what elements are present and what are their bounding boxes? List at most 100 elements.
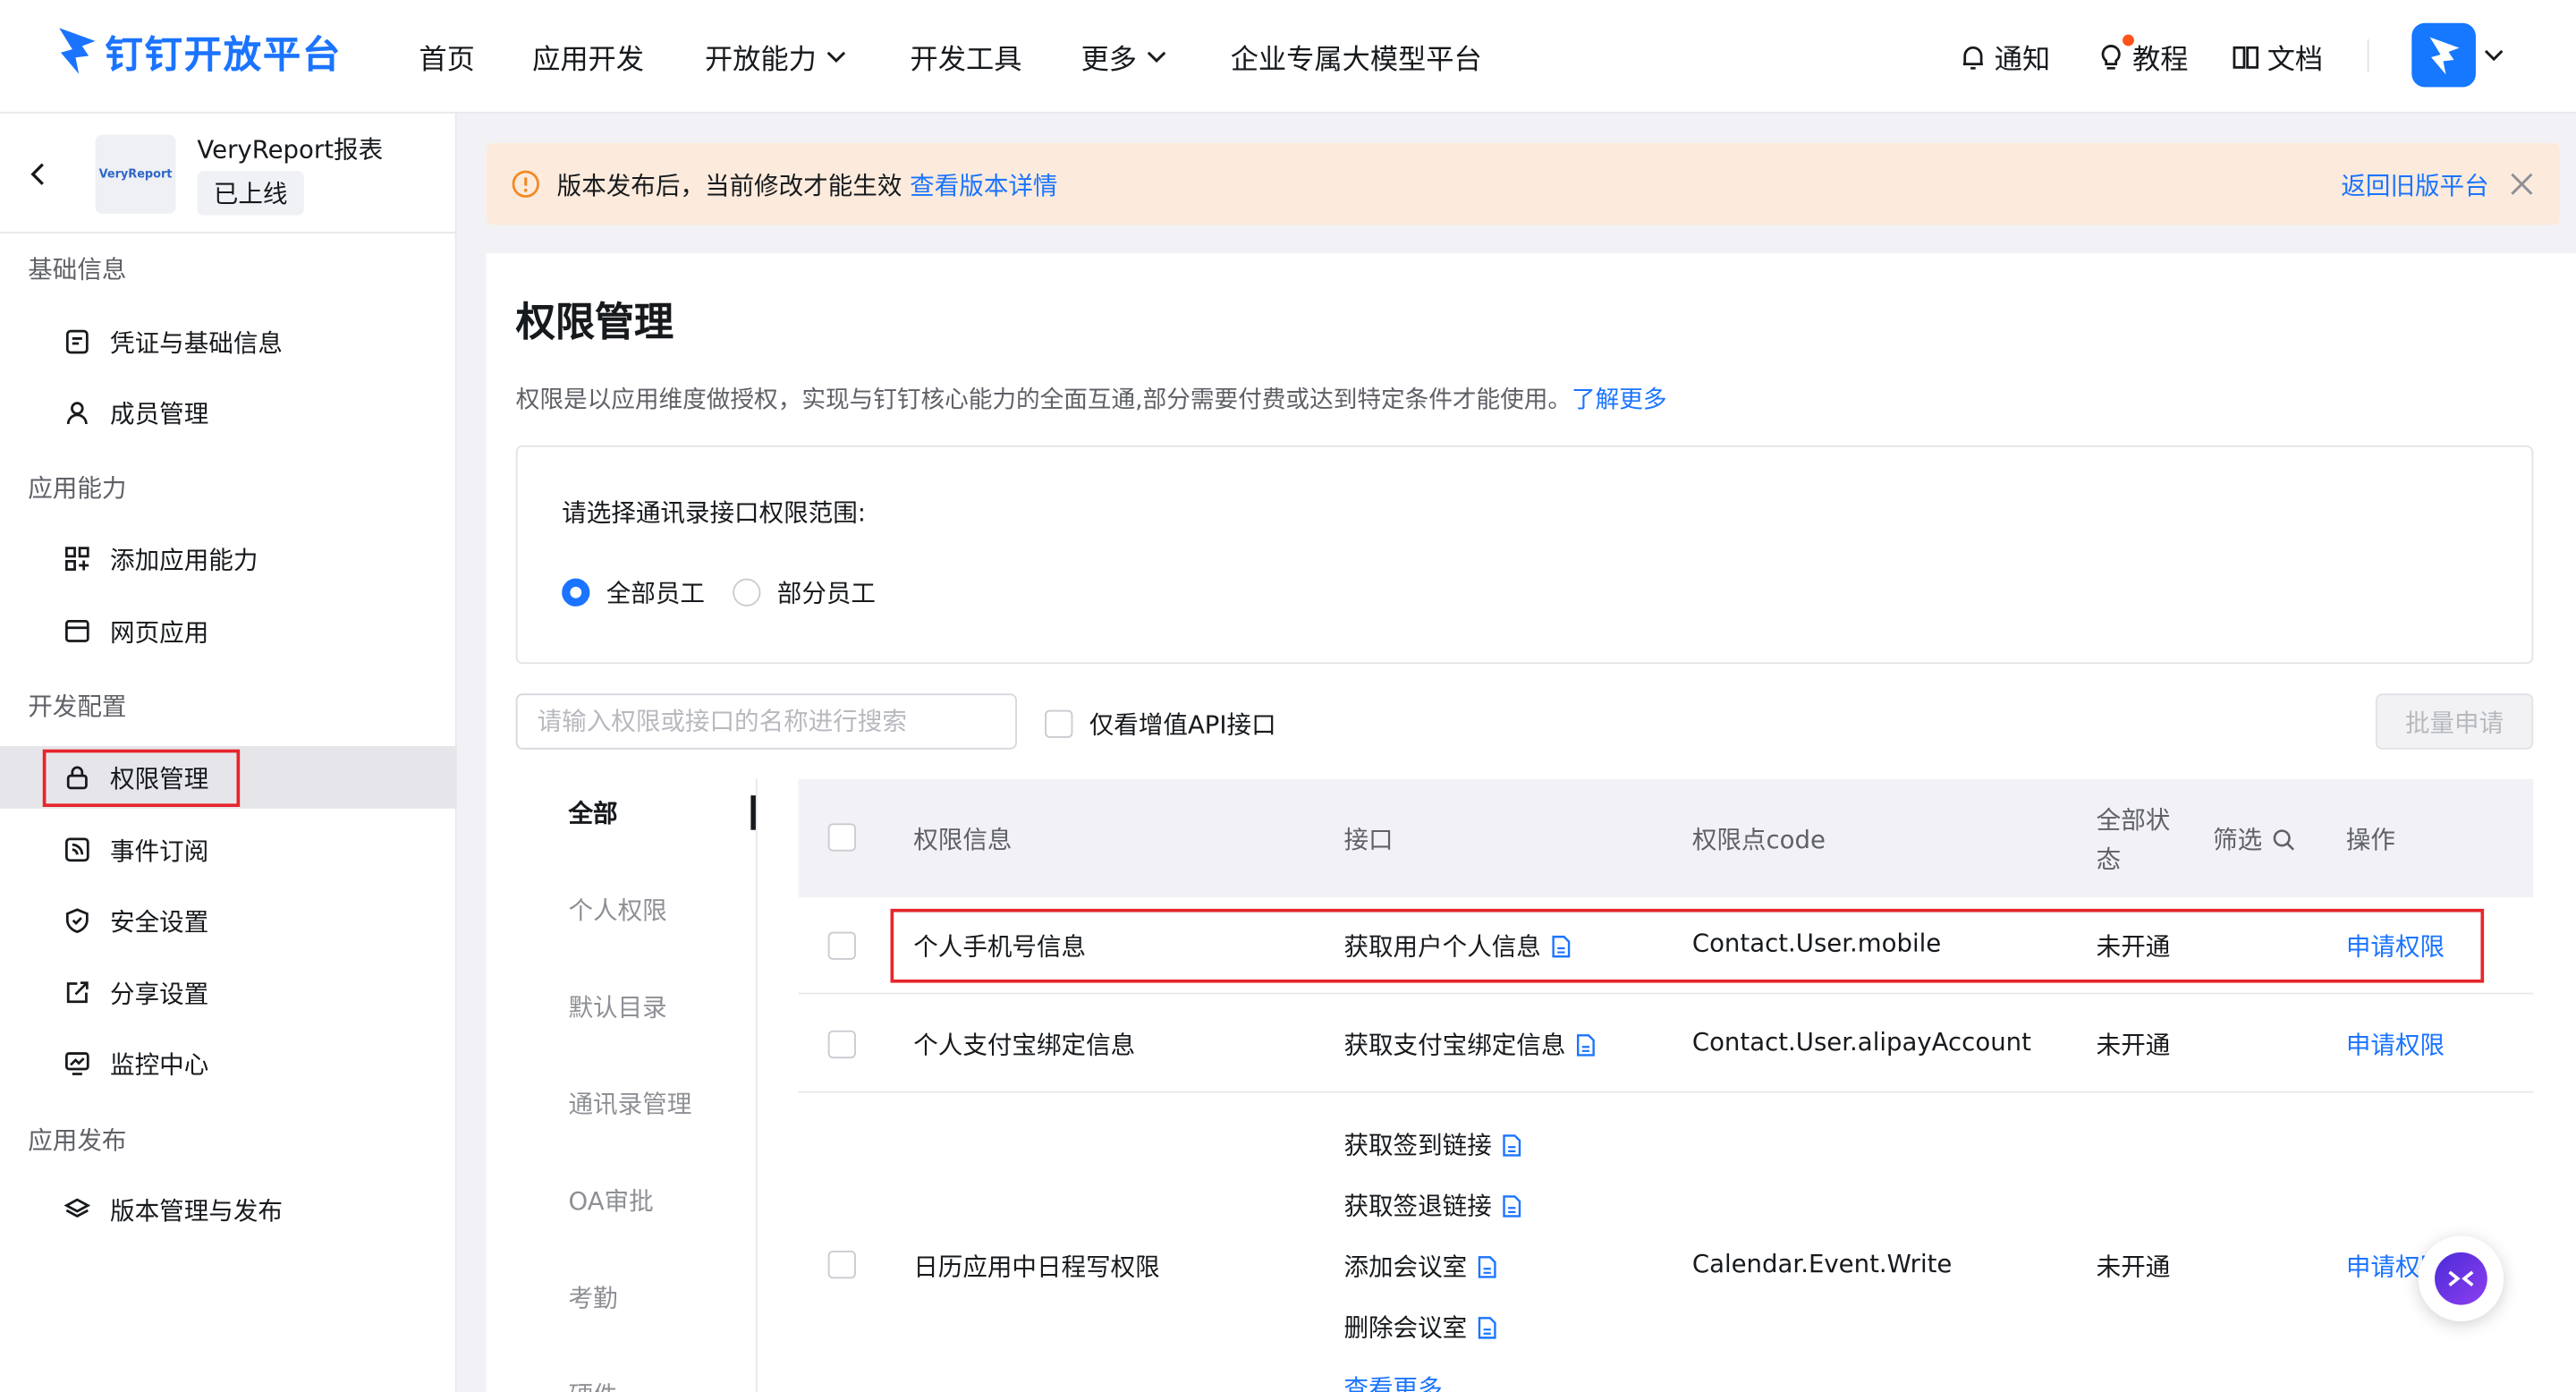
nav-enterprise-llm[interactable]: 企业专属大模型平台 <box>1231 36 1482 78</box>
table-row: 日历应用中日程写权限 获取签到链接 获取签退链接 添加会议室 删除会议室 查看更… <box>799 1093 2534 1392</box>
radio-all-staff[interactable]: 全部员工 <box>562 575 705 610</box>
avatar-chevron-down-icon[interactable] <box>2484 49 2504 63</box>
share-icon <box>66 981 89 1004</box>
chevron-down-icon <box>1147 50 1166 63</box>
row-api-link[interactable]: 添加会议室 <box>1343 1249 1496 1284</box>
sidebar-item-monitor[interactable]: 监控中心 <box>0 1032 457 1095</box>
chevron-down-icon <box>826 50 846 63</box>
grid-add-icon <box>65 547 89 571</box>
back-to-old-platform-link[interactable]: 返回旧版平台 <box>2341 167 2488 202</box>
document-icon <box>1478 1316 1496 1338</box>
filter-label: 筛选 <box>2213 825 2263 855</box>
page-description-text: 权限是以应用维度做授权，实现与钉钉核心能力的全面互通,部分需要付费或达到特定条件… <box>515 387 1572 414</box>
learn-more-link[interactable]: 了解更多 <box>1572 388 1667 414</box>
sidebar-item-events[interactable]: 事件订阅 <box>0 819 457 881</box>
docs-link[interactable]: 文档 <box>2231 36 2323 77</box>
row-permission-code: Calendar.Event.Write <box>1691 1249 1953 1279</box>
value-api-only-checkbox[interactable]: 仅看增值API接口 <box>1045 707 1276 742</box>
nav-home[interactable]: 首页 <box>419 36 475 78</box>
nav-more[interactable]: 更多 <box>1081 36 1167 77</box>
row-permission-info: 日历应用中日程写权限 <box>913 1252 1160 1282</box>
category-oa-approval[interactable]: OA审批 <box>569 1184 654 1218</box>
sidebar-item-add-capability[interactable]: 添加应用能力 <box>0 528 457 590</box>
select-all-checkbox[interactable] <box>827 823 856 852</box>
radio-label: 部分员工 <box>776 578 877 608</box>
permission-search-input[interactable] <box>515 693 1017 750</box>
sidebar-item-share[interactable]: 分享设置 <box>0 962 457 1024</box>
sidebar-item-credentials[interactable]: 凭证与基础信息 <box>0 310 457 373</box>
api-name: 获取签退链接 <box>1343 1191 1492 1221</box>
document-icon <box>1478 1255 1496 1277</box>
category-all[interactable]: 全部 <box>569 795 618 830</box>
category-default[interactable]: 默认目录 <box>569 989 667 1024</box>
notify-label: 通知 <box>1994 44 2051 78</box>
category-list: 全部 个人权限 默认目录 通讯录管理 OA审批 考勤 硬件 <box>516 778 758 1392</box>
sidebar-item-security[interactable]: 安全设置 <box>0 889 457 952</box>
sidebar-item-label: 分享设置 <box>110 978 209 1009</box>
table-header: 权限信息 接口 权限点code 全部状 态 筛选 操作 <box>798 778 2534 898</box>
dingtalk-logo-icon <box>59 28 96 74</box>
row-status: 未开通 <box>2096 1252 2171 1282</box>
nav-dev-tools[interactable]: 开发工具 <box>911 36 1022 78</box>
view-version-details-link[interactable]: 查看版本详情 <box>910 171 1057 200</box>
radio-unchecked-icon <box>733 578 761 607</box>
app-thumbnail-text: VeryReport <box>98 167 173 182</box>
layers-icon <box>64 1198 91 1218</box>
category-active-indicator <box>750 795 756 830</box>
document-icon <box>1503 1133 1521 1156</box>
sidebar-item-web-app[interactable]: 网页应用 <box>0 600 457 663</box>
row-checkbox[interactable] <box>827 1251 856 1279</box>
page-description: 权限是以应用维度做授权，实现与钉钉核心能力的全面互通,部分需要付费或达到特定条件… <box>516 381 1667 416</box>
close-icon[interactable] <box>2511 173 2534 196</box>
nav-open-capabilities[interactable]: 开放能力 <box>705 36 846 77</box>
view-more-apis-link[interactable]: 查看更多 <box>1343 1371 1442 1392</box>
user-icon <box>66 402 88 425</box>
rss-icon <box>65 837 89 862</box>
top-header: 钉钉开放平台 首页 应用开发 开放能力 开发工具 更多 企业专属大模型平台 通知… <box>0 0 2576 114</box>
banner-message: 版本发布后，当前修改才能生效 <box>556 171 902 201</box>
notify-link[interactable]: 通知 <box>1958 36 2050 77</box>
monitor-icon <box>65 1052 89 1075</box>
row-permission-code: Contact.User.alipayAccount <box>1691 1027 2031 1057</box>
col-permission-info: 权限信息 <box>913 825 1013 855</box>
assistant-face-icon <box>2448 1270 2474 1287</box>
row-checkbox[interactable] <box>827 1030 856 1059</box>
api-name: 删除会议室 <box>1343 1312 1468 1343</box>
row-api-link[interactable]: 删除会议室 <box>1343 1310 1496 1345</box>
row-api-link[interactable]: 获取签到链接 <box>1343 1127 1521 1162</box>
main-panel: 权限管理 权限是以应用维度做授权，实现与钉钉核心能力的全面互通,部分需要付费或达… <box>486 252 2576 1392</box>
sidebar-item-members[interactable]: 成员管理 <box>0 381 457 444</box>
app-thumbnail: VeryReport <box>95 134 176 214</box>
tutorial-link[interactable]: 教程 <box>2097 36 2189 77</box>
radio-partial-staff[interactable]: 部分员工 <box>733 575 876 610</box>
row-api-link[interactable]: 获取支付宝绑定信息 <box>1343 1027 1595 1062</box>
lightbulb-icon <box>2101 44 2121 69</box>
category-personal[interactable]: 个人权限 <box>569 893 667 928</box>
nav-open-capabilities-label: 开放能力 <box>704 44 817 78</box>
category-contacts[interactable]: 通讯录管理 <box>569 1086 692 1121</box>
nav-app-dev[interactable]: 应用开发 <box>532 36 644 78</box>
apply-permission-link[interactable]: 申请权限 <box>2346 1027 2445 1062</box>
highlight-box-row <box>890 908 2485 983</box>
col-status-line1[interactable]: 全部状 <box>2097 802 2171 836</box>
browser-window-icon <box>65 620 89 642</box>
back-arrow-icon[interactable] <box>30 161 46 187</box>
category-attendance[interactable]: 考勤 <box>569 1280 618 1315</box>
batch-apply-button[interactable]: 批量申请 <box>2375 693 2534 750</box>
col-action: 操作 <box>2345 825 2395 855</box>
api-name: 获取签到链接 <box>1343 1130 1492 1160</box>
category-hardware[interactable]: 硬件 <box>569 1377 618 1392</box>
row-api-link[interactable]: 获取签退链接 <box>1343 1188 1521 1223</box>
row-checkbox[interactable] <box>827 931 856 960</box>
user-avatar[interactable] <box>2411 22 2476 88</box>
sidebar-item-version-release[interactable]: 版本管理与发布 <box>0 1178 457 1241</box>
assistant-float-button[interactable] <box>2418 1235 2504 1322</box>
sidebar-item-label: 事件订阅 <box>110 836 209 866</box>
bell-icon <box>1962 45 1983 69</box>
search-icon <box>2273 828 2295 850</box>
nav-more-label: 更多 <box>1080 44 1138 78</box>
scope-panel: 请选择通讯录接口权限范围: 全部员工 部分员工 <box>515 445 2534 665</box>
filter-button[interactable]: 筛选 <box>2213 822 2295 857</box>
logo[interactable]: 钉钉开放平台 <box>55 23 342 79</box>
nav-home-label: 首页 <box>419 44 475 78</box>
